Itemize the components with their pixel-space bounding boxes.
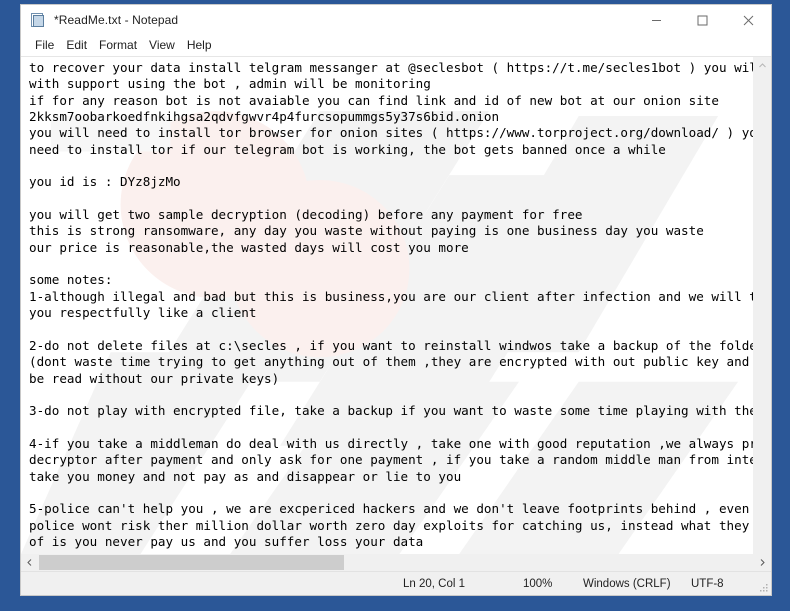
minimize-button[interactable] [633, 5, 679, 35]
chevron-up-icon[interactable] [754, 57, 771, 74]
notepad-window: *ReadMe.txt - Notepad File Edit Format V… [20, 4, 772, 596]
maximize-button[interactable] [679, 5, 725, 35]
window-title: *ReadMe.txt - Notepad [54, 13, 179, 27]
text-editor[interactable]: to recover your data install telgram mes… [21, 57, 753, 554]
title-bar-left: *ReadMe.txt - Notepad [21, 12, 178, 28]
editor-area: to recover your data install telgram mes… [21, 56, 771, 554]
title-bar: *ReadMe.txt - Notepad [21, 5, 771, 35]
notepad-icon [30, 12, 46, 28]
menu-item-edit[interactable]: Edit [60, 36, 93, 55]
desktop-background: *ReadMe.txt - Notepad File Edit Format V… [0, 0, 790, 611]
menu-bar: File Edit Format View Help [21, 35, 771, 56]
vertical-scrollbar[interactable] [753, 57, 771, 554]
chevron-left-icon[interactable] [21, 554, 38, 571]
resize-grip-icon[interactable] [759, 583, 769, 593]
horizontal-scrollbar[interactable] [21, 554, 771, 571]
menu-item-file[interactable]: File [29, 36, 60, 55]
menu-item-help[interactable]: Help [181, 36, 218, 55]
status-encoding[interactable]: UTF-8 [683, 572, 771, 595]
status-bar: Ln 20, Col 1 100% Windows (CRLF) UTF-8 [21, 571, 771, 595]
caption-buttons [633, 5, 771, 35]
chevron-right-icon[interactable] [754, 554, 771, 571]
horizontal-scrollbar-track[interactable] [38, 554, 754, 571]
status-cursor-position: Ln 20, Col 1 [403, 577, 466, 590]
status-zoom-level[interactable]: 100% [515, 572, 575, 595]
menu-item-view[interactable]: View [143, 36, 181, 55]
document-text[interactable]: to recover your data install telgram mes… [21, 57, 753, 554]
close-button[interactable] [725, 5, 771, 35]
menu-item-format[interactable]: Format [93, 36, 143, 55]
horizontal-scrollbar-thumb[interactable] [39, 555, 344, 570]
status-line-ending[interactable]: Windows (CRLF) [575, 572, 683, 595]
